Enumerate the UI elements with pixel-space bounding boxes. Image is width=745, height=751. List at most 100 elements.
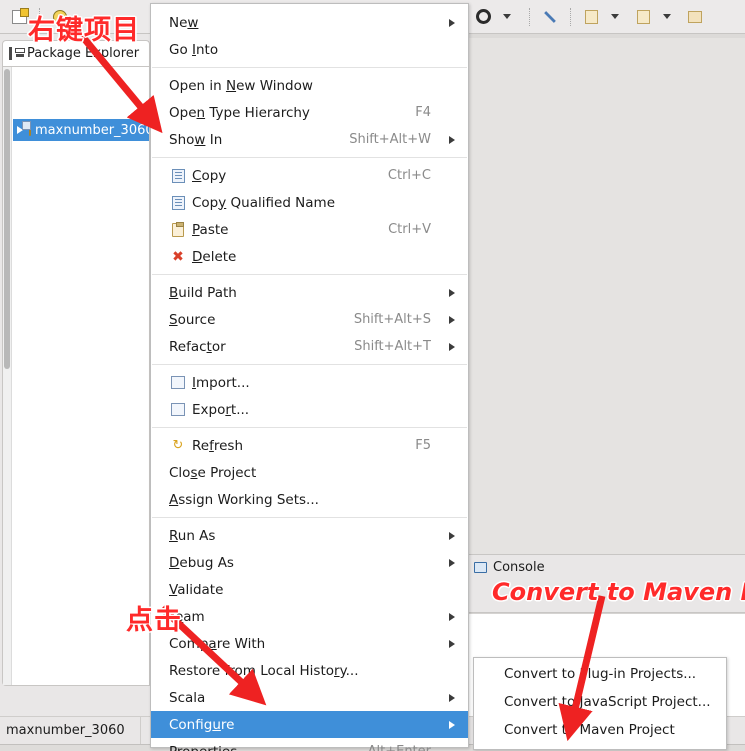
menu-item-paste[interactable]: Paste Ctrl+V <box>151 216 468 243</box>
submenu-item-convert-to-maven-project[interactable]: Convert to Maven Project <box>474 716 726 744</box>
submenu-arrow-icon <box>449 135 455 144</box>
console-tab[interactable]: Console <box>464 555 745 579</box>
menu-item-shortcut: F5 <box>415 438 431 453</box>
menu-item-restore-from-local-history[interactable]: Restore from Local History... <box>151 657 468 684</box>
package-explorer-tree: maxnumber_3060 <box>2 66 150 686</box>
menu-item-team[interactable]: Team <box>151 603 468 630</box>
menu-item-configure[interactable]: Configure <box>151 711 468 738</box>
menu-item-label: Copy Qualified Name <box>192 194 336 211</box>
menu-item-source[interactable]: Source Shift+Alt+S <box>151 306 468 333</box>
toolbar-separator <box>39 7 40 26</box>
back-icon[interactable] <box>683 5 707 29</box>
menu-item-compare-with[interactable]: Compare With <box>151 630 468 657</box>
menu-item-label: Paste <box>192 221 229 238</box>
submenu-arrow-icon <box>449 612 455 621</box>
menu-item-label: Team <box>169 608 205 625</box>
menu-item-show-in[interactable]: Show In Shift+Alt+W <box>151 126 468 153</box>
step-into-icon[interactable] <box>579 5 603 29</box>
menu-item-label: Close Project <box>169 464 257 481</box>
menu-item-label: Run As <box>169 527 216 544</box>
menu-item-copy-qualified-name[interactable]: Copy Qualified Name <box>151 189 468 216</box>
pen-disabled-icon[interactable] <box>538 5 562 29</box>
menu-item-shortcut: F4 <box>415 105 431 120</box>
menu-item-copy[interactable]: Copy Ctrl+C <box>151 162 468 189</box>
menu-separator <box>152 427 467 428</box>
menu-item-scala[interactable]: Scala <box>151 684 468 711</box>
menu-item-new[interactable]: New <box>151 9 468 36</box>
copy-qualified-icon <box>170 195 186 211</box>
menu-item-label: Go Into <box>169 41 219 58</box>
menu-item-label: Open in New Window <box>169 77 313 94</box>
submenu-arrow-icon <box>449 531 455 540</box>
menu-item-label: Delete <box>192 248 237 265</box>
menu-item-label: Debug As <box>169 554 234 571</box>
explorer-scrollbar[interactable] <box>3 67 12 685</box>
menu-item-label: Refresh <box>192 437 244 454</box>
menu-item-refactor[interactable]: Refactor Shift+Alt+T <box>151 333 468 360</box>
menu-item-open-type-hierarchy[interactable]: Open Type Hierarchy F4 <box>151 99 468 126</box>
menu-item-label: Scala <box>169 689 206 706</box>
refresh-icon: ↻ <box>172 438 184 453</box>
menu-item-label: Copy <box>192 167 227 184</box>
new-wizard-icon[interactable] <box>7 5 31 29</box>
submenu-arrow-icon <box>449 342 455 351</box>
menu-item-shortcut: Alt+Enter <box>368 744 431 751</box>
menu-item-label: Export... <box>192 401 250 418</box>
submenu-arrow-icon <box>449 558 455 567</box>
menu-item-close-project[interactable]: Close Project <box>151 459 468 486</box>
menu-item-label: Import... <box>192 374 250 391</box>
menu-item-export[interactable]: Export... <box>151 396 468 423</box>
menu-separator <box>152 364 467 365</box>
menu-item-validate[interactable]: Validate <box>151 576 468 603</box>
tree-item-project[interactable]: maxnumber_3060 <box>13 119 149 141</box>
menu-item-build-path[interactable]: Build Path <box>151 279 468 306</box>
toolbar-separator-4 <box>570 7 571 26</box>
menu-item-label: Restore from Local History... <box>169 662 359 679</box>
explorer-scrollbar-thumb[interactable] <box>4 69 10 369</box>
toolbar-separator-3 <box>529 7 530 26</box>
menu-item-label: Properties <box>169 744 237 751</box>
menu-item-debug-as[interactable]: Debug As <box>151 549 468 576</box>
submenu-arrow-icon <box>449 639 455 648</box>
menu-item-run-as[interactable]: Run As <box>151 522 468 549</box>
menu-item-open-in-new-window[interactable]: Open in New Window <box>151 72 468 99</box>
menu-separator <box>152 67 467 68</box>
debug-icon[interactable] <box>48 5 72 29</box>
submenu-arrow-icon <box>449 288 455 297</box>
submenu-item-convert-to-plug-in-projects[interactable]: Convert to Plug-in Projects... <box>474 660 726 688</box>
package-explorer-panel: Package Explorer maxnumber_3060 <box>0 34 152 716</box>
java-project-icon <box>22 121 31 136</box>
status-project-name: maxnumber_3060 <box>0 716 141 745</box>
step-return-icon[interactable] <box>631 5 655 29</box>
paste-icon <box>170 221 186 238</box>
configure-submenu: Convert to Plug-in Projects... Convert to… <box>473 657 727 750</box>
menu-item-shortcut: Ctrl+C <box>387 168 431 183</box>
menu-item-go-into[interactable]: Go Into <box>151 36 468 63</box>
delete-icon: ✖ <box>172 248 184 265</box>
package-explorer-tab-label: Package Explorer <box>27 46 140 61</box>
person-dropdown-icon[interactable] <box>497 5 521 29</box>
context-menu: New Go Into Open in New Window Open Type Hi… <box>150 3 469 751</box>
menu-item-label: Open Type Hierarchy <box>169 104 310 121</box>
submenu-item-label: Convert to Maven Project <box>504 722 675 738</box>
console-icon <box>474 561 487 573</box>
step-into-dropdown-icon[interactable] <box>605 5 629 29</box>
menu-item-assign-working-sets[interactable]: Assign Working Sets... <box>151 486 468 513</box>
menu-item-label: Configure <box>169 716 235 733</box>
menu-item-label: Show In <box>169 131 223 148</box>
menu-item-label: Source <box>169 311 216 328</box>
tree-item-label: maxnumber_3060 <box>35 122 149 138</box>
person-icon[interactable] <box>471 5 495 29</box>
menu-item-refresh[interactable]: ↻ Refresh F5 <box>151 432 468 459</box>
submenu-item-convert-to-javascript-project[interactable]: Convert to JavaScript Project... <box>474 688 726 716</box>
step-return-dropdown-icon[interactable] <box>657 5 681 29</box>
submenu-item-label: Convert to Plug-in Projects... <box>504 666 697 682</box>
menu-item-delete[interactable]: ✖ Delete <box>151 243 468 270</box>
submenu-arrow-icon <box>449 720 455 729</box>
menu-item-shortcut: Shift+Alt+T <box>354 339 431 354</box>
menu-item-properties[interactable]: Properties Alt+Enter <box>151 738 468 751</box>
import-icon <box>170 375 186 391</box>
menu-item-import[interactable]: Import... <box>151 369 468 396</box>
submenu-arrow-icon <box>449 18 455 27</box>
package-explorer-tab[interactable]: Package Explorer <box>2 40 150 66</box>
